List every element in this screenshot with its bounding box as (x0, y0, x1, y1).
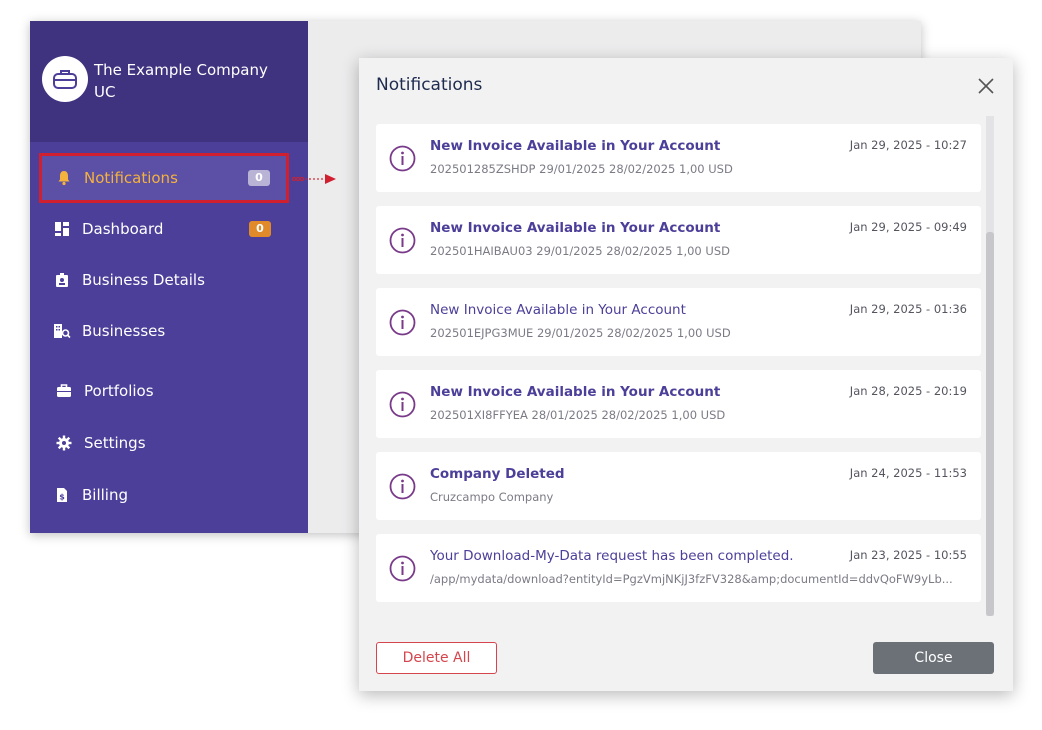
notification-item[interactable]: New Invoice Available in Your Account 20… (376, 370, 981, 438)
notification-list: New Invoice Available in Your Account 20… (376, 124, 981, 614)
svg-text:$: $ (59, 493, 65, 502)
sidebar-item-business-details[interactable]: Business Details (30, 258, 308, 302)
info-icon (389, 391, 416, 418)
notification-item[interactable]: New Invoice Available in Your Account 20… (376, 124, 981, 192)
close-icon[interactable] (976, 76, 996, 96)
notification-title: Your Download-My-Data request has been c… (430, 548, 794, 564)
notification-title: New Invoice Available in Your Account (430, 302, 686, 318)
sidebar-item-label: Businesses (82, 322, 166, 340)
modal-title: Notifications (376, 75, 483, 95)
briefcase-icon (53, 70, 77, 89)
notification-subtitle: Cruzcampo Company (430, 490, 554, 504)
info-icon (389, 473, 416, 500)
sidebar-item-label: Portfolios (84, 382, 154, 400)
sidebar-item-dashboard[interactable]: Dashboard 0 (30, 207, 308, 251)
company-avatar (42, 56, 88, 102)
notification-date: Jan 29, 2025 - 10:27 (849, 138, 967, 152)
info-icon (389, 227, 416, 254)
notification-subtitle: /app/mydata/download?entityId=PgzVmjNKjJ… (430, 572, 953, 586)
notification-item[interactable]: Company Deleted Cruzcampo Company Jan 24… (376, 452, 981, 520)
sidebar-item-billing[interactable]: $ Billing (30, 473, 308, 517)
notification-scrollbar[interactable] (986, 116, 994, 616)
close-button[interactable]: Close (873, 642, 994, 674)
dashboard-count-badge: 0 (249, 221, 271, 237)
briefcase-icon (54, 381, 74, 401)
sidebar-item-label: Notifications (84, 169, 178, 187)
bell-icon (54, 168, 74, 188)
building-search-icon (52, 321, 72, 341)
notification-date: Jan 28, 2025 - 20:19 (849, 384, 967, 398)
notification-subtitle: 202501HAIBAU03 29/01/2025 28/02/2025 1,0… (430, 244, 730, 258)
notification-date: Jan 23, 2025 - 10:55 (849, 548, 967, 562)
sidebar-item-notifications[interactable]: Notifications 0 (39, 153, 289, 203)
notification-subtitle: 202501EJPG3MUE 29/01/2025 28/02/2025 1,0… (430, 326, 731, 340)
scrollbar-thumb[interactable] (986, 232, 994, 616)
notification-title: Company Deleted (430, 466, 565, 482)
notifications-modal: Notifications New Invoice Available in Y… (359, 58, 1013, 691)
notification-subtitle: 202501285ZSHDP 29/01/2025 28/02/2025 1,0… (430, 162, 733, 176)
sidebar-item-portfolios[interactable]: Portfolios (30, 369, 308, 413)
company-header: The Example Company UC (30, 21, 308, 142)
notification-item[interactable]: Your Download-My-Data request has been c… (376, 534, 981, 602)
info-icon (389, 145, 416, 172)
dashboard-icon (52, 219, 72, 239)
sidebar-item-label: Dashboard (82, 220, 164, 238)
bill-icon: $ (52, 485, 72, 505)
sidebar-item-label: Business Details (82, 271, 205, 289)
notification-title: New Invoice Available in Your Account (430, 384, 721, 400)
sidebar-item-label: Settings (84, 434, 146, 452)
notification-date: Jan 24, 2025 - 11:53 (849, 466, 967, 480)
notification-date: Jan 29, 2025 - 01:36 (849, 302, 967, 316)
notification-title: New Invoice Available in Your Account (430, 220, 721, 236)
id-badge-icon (52, 270, 72, 290)
delete-all-button[interactable]: Delete All (376, 642, 497, 674)
notification-subtitle: 202501XI8FFYEA 28/01/2025 28/02/2025 1,0… (430, 408, 726, 422)
notification-item[interactable]: New Invoice Available in Your Account 20… (376, 206, 981, 274)
sidebar-item-settings[interactable]: Settings (30, 421, 308, 465)
notification-item[interactable]: New Invoice Available in Your Account 20… (376, 288, 981, 356)
info-icon (389, 309, 416, 336)
sidebar-item-label: Billing (82, 486, 128, 504)
sidebar: The Example Company UC Notifications 0 D… (30, 21, 308, 533)
notification-date: Jan 29, 2025 - 09:49 (849, 220, 967, 234)
pointer-arrow-icon (291, 174, 336, 184)
info-icon (389, 555, 416, 582)
sidebar-item-businesses[interactable]: Businesses (30, 309, 308, 353)
notification-title: New Invoice Available in Your Account (430, 138, 721, 154)
company-name: The Example Company UC (94, 61, 268, 101)
gear-icon (54, 433, 74, 453)
